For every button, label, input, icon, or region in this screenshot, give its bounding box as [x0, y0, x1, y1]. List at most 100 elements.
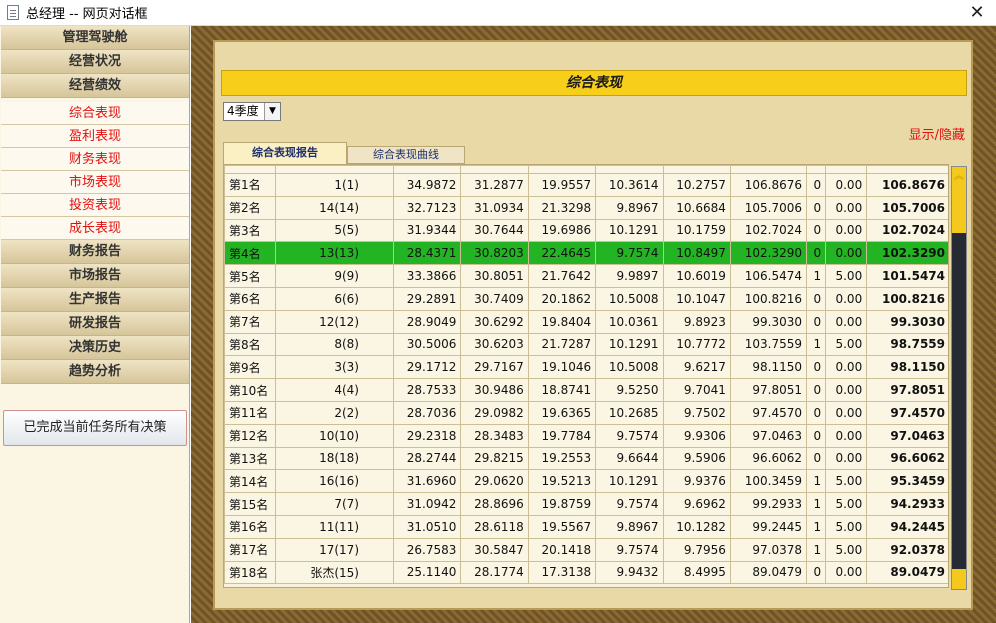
table-row[interactable]: 第3名 5(5) 31.9344 30.7644 19.6986 10.1291 10.17… [224, 218, 948, 243]
table-row[interactable]: 第12名 10(10) 29.2318 28.3483 19.7784 9.7574 9.9… [224, 423, 948, 448]
cell-col-3: 19.8759 [527, 492, 597, 516]
table-row[interactable]: 第14名 16(16) 31.6960 29.0620 19.5213 10.1291 9.… [224, 469, 948, 494]
cell-total: 99.3030 [729, 309, 808, 334]
cell-penalty-count: 1 [806, 537, 827, 562]
cell-penalty-count: 0 [806, 446, 827, 471]
cell-rank: 第4名 [224, 241, 276, 266]
cell-col-3: 19.9557 [527, 173, 597, 197]
cell-col-2: 30.7409 [460, 286, 529, 311]
nav-cockpit[interactable]: 管理驾驶舱 [1, 26, 189, 50]
quarter-select-value: 4季度 [227, 104, 259, 118]
cell-team: 5(5) [275, 218, 394, 243]
table-row[interactable]: 第7名 12(12) 28.9049 30.6292 19.8404 10.0361 9.8… [224, 309, 948, 334]
nav-rd-report[interactable]: 研发报告 [1, 312, 189, 336]
close-icon[interactable]: ✕ [966, 2, 988, 24]
cell-penalty-count: 1 [806, 469, 827, 494]
table-row[interactable]: 第10名 4(4) 28.7533 30.9486 18.8741 9.5250 9.704… [224, 378, 948, 402]
nav-overall-performance[interactable]: 综合表现 [1, 102, 189, 125]
cell-rank: 第2名 [224, 195, 276, 220]
cell-total: 102.7024 [729, 218, 808, 243]
cell-col-2: 30.8051 [460, 264, 529, 288]
cell-col-3: 19.5567 [527, 514, 597, 539]
cell-col-1: 28.2744 [392, 446, 462, 471]
table-row[interactable]: 第8名 8(8) 30.5006 30.6203 21.7287 10.1291 10.77… [224, 332, 948, 357]
cell-col-2: 28.1774 [460, 560, 529, 585]
cell-team: 7(7) [275, 492, 394, 516]
cell-penalty-points: 0.00 [825, 286, 868, 311]
table-scrollbar[interactable]: ︽ [951, 166, 967, 590]
cell-col-5: 9.9376 [662, 469, 731, 494]
cell-team: 6(6) [275, 286, 394, 311]
tab-overall-report[interactable]: 综合表现报告 [223, 142, 347, 164]
nav-trend-analysis[interactable]: 趋势分析 [1, 360, 189, 384]
table-row[interactable]: 第9名 3(3) 29.1712 29.7167 19.1046 10.5008 9.621… [224, 355, 948, 380]
cell-final-score: 101.5474 [866, 264, 948, 288]
scroll-down-button[interactable] [952, 569, 966, 589]
tab-overall-curve[interactable]: 综合表现曲线 [347, 146, 465, 164]
nav-market-report[interactable]: 市场报告 [1, 264, 189, 288]
cell-total: 98.1150 [729, 355, 808, 380]
cell-team: 2(2) [275, 400, 394, 425]
table-row[interactable]: 第2名 14(14) 32.7123 31.0934 21.3298 9.8967 10.6… [224, 195, 948, 220]
nav-profit-performance[interactable]: 盈利表现 [1, 125, 189, 148]
nav-operation-status[interactable]: 经营状况 [1, 50, 189, 74]
cell-penalty-count: 1 [806, 264, 827, 288]
cell-team: 16(16) [275, 469, 394, 494]
table-row[interactable]: 第18名 张杰(15) 25.1140 28.1774 17.3138 9.9432 8.4… [224, 560, 948, 585]
table-row[interactable]: 第6名 6(6) 29.2891 30.7409 20.1862 10.5008 10.10… [224, 286, 948, 311]
cell-penalty-count: 0 [806, 309, 827, 334]
cell-col-5: 9.7502 [662, 400, 731, 425]
cell-rank: 第11名 [224, 400, 276, 425]
nav-finance-report[interactable]: 财务报告 [1, 240, 189, 264]
cell-team: 张杰(15) [275, 560, 394, 585]
table-row[interactable]: 第1名 1(1) 34.9872 31.2877 19.9557 10.3614 10.27… [224, 173, 948, 197]
nav-market-performance[interactable]: 市场表现 [1, 171, 189, 194]
cell-col-4: 9.7574 [595, 537, 664, 562]
nav-finance-performance[interactable]: 财务表现 [1, 148, 189, 171]
quarter-select[interactable]: 4季度 ▼ [223, 102, 281, 121]
complete-decisions-button[interactable]: 已完成当前任务所有决策 [3, 410, 187, 446]
table-row[interactable]: 第16名 11(11) 31.0510 28.6118 19.5567 9.8967 10.… [224, 514, 948, 539]
window-title: 总经理 -- 网页对话框 [26, 7, 148, 22]
cell-col-4: 10.0361 [595, 309, 664, 334]
cell-col-4: 10.1291 [595, 332, 664, 357]
table-row[interactable]: 第15名 7(7) 31.0942 28.8696 19.8759 9.7574 9.696… [224, 492, 948, 516]
content-panel: 综合表现 4季度 ▼ 显示/隐藏 综合表现报告 综合表现曲线 第1名 1(1) 34… [213, 40, 973, 610]
cell-col-3: 20.1418 [527, 537, 597, 562]
table-row[interactable]: 第4名 13(13) 28.4371 30.8203 22.4645 9.7574 10.8… [224, 241, 948, 266]
nav-production-report[interactable]: 生产报告 [1, 288, 189, 312]
cell-col-3: 21.7642 [527, 264, 597, 288]
cell-col-1: 29.1712 [392, 355, 462, 380]
nav-growth-performance[interactable]: 成长表现 [1, 217, 189, 240]
cell-team: 1(1) [275, 173, 394, 197]
show-hide-link[interactable]: 显示/隐藏 [909, 124, 965, 143]
cell-final-score: 100.8216 [866, 286, 948, 311]
cell-rank: 第8名 [224, 332, 276, 357]
table-row[interactable]: 第13名 18(18) 28.2744 29.8215 19.2553 9.6644 9.5… [224, 446, 948, 471]
nav-decision-history[interactable]: 决策历史 [1, 336, 189, 360]
cell-col-4: 9.5250 [595, 378, 664, 402]
chevron-down-icon[interactable]: ▼ [264, 103, 280, 120]
scroll-thumb[interactable] [952, 187, 966, 233]
cell-col-4: 9.9432 [595, 560, 664, 585]
cell-penalty-count: 0 [806, 378, 827, 402]
table-row[interactable]: 第17名 17(17) 26.7583 30.5847 20.1418 9.7574 9.7… [224, 537, 948, 562]
cell-rank: 第15名 [224, 492, 276, 516]
nav-investment-performance[interactable]: 投资表现 [1, 194, 189, 217]
scroll-up-icon[interactable]: ︽ [952, 167, 966, 187]
cell-total: 103.7559 [729, 332, 808, 357]
cell-total: 100.8216 [729, 286, 808, 311]
table-row[interactable]: 第11名 2(2) 28.7036 29.0982 19.6365 10.2685 9.75… [224, 400, 948, 425]
cell-col-2: 30.5847 [460, 537, 529, 562]
nav-operation-performance[interactable]: 经营绩效 [1, 74, 189, 98]
cell-col-4: 10.1291 [595, 469, 664, 494]
table-row[interactable]: 第5名 9(9) 33.3866 30.8051 21.7642 9.9897 10.601… [224, 264, 948, 288]
cell-penalty-count: 0 [806, 286, 827, 311]
cell-team: 14(14) [275, 195, 394, 220]
sidebar: 管理驾驶舱 经营状况 经营绩效 综合表现 盈利表现 财务表现 市场表现 投资表现… [0, 26, 190, 623]
cell-col-1: 34.9872 [392, 173, 462, 197]
cell-rank: 第7名 [224, 309, 276, 334]
cell-col-1: 31.0942 [392, 492, 462, 516]
cell-total: 97.0378 [729, 537, 808, 562]
cell-col-5: 9.7041 [662, 378, 731, 402]
